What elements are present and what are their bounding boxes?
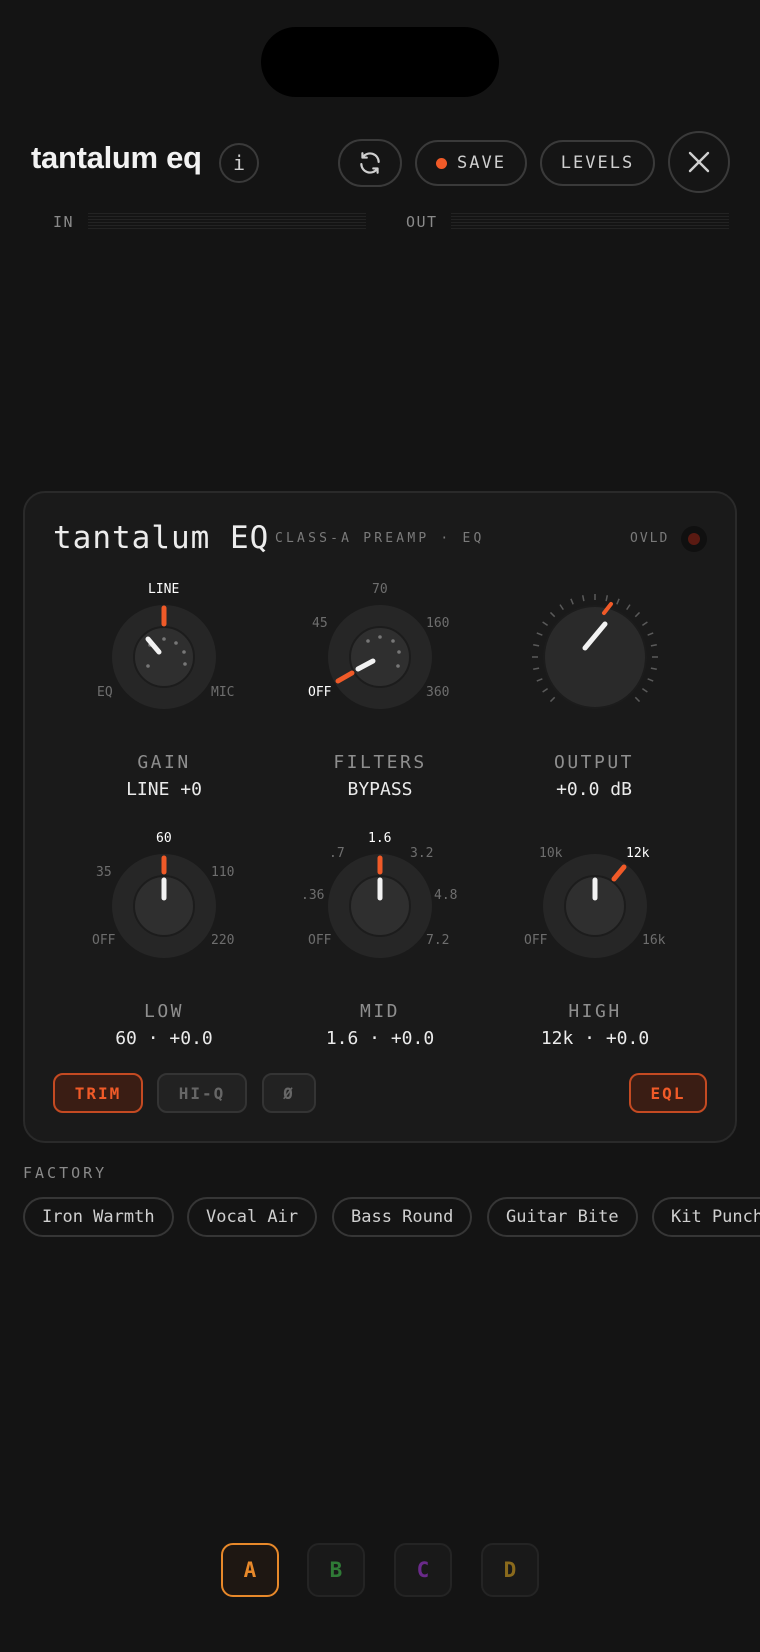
mid-label-off: OFF bbox=[308, 933, 332, 948]
output-tick bbox=[647, 632, 654, 636]
high-knob[interactable] bbox=[535, 846, 655, 966]
info-icon: i bbox=[232, 151, 246, 175]
app-title: tantalum eq bbox=[31, 140, 202, 175]
low-value: 60 · +0.0 bbox=[115, 1028, 213, 1049]
levels-button[interactable]: LEVELS bbox=[540, 140, 655, 186]
mid-label-0-36: .36 bbox=[301, 888, 325, 903]
eql-button[interactable]: EQL bbox=[629, 1073, 707, 1113]
preset-chip[interactable]: Bass Round bbox=[332, 1197, 473, 1237]
filters-label-45: 45 bbox=[312, 616, 328, 631]
close-button[interactable] bbox=[668, 131, 730, 193]
refresh-icon bbox=[360, 152, 380, 174]
slot-a-button[interactable]: A bbox=[221, 1543, 279, 1597]
high-label-10k: 10k bbox=[539, 846, 563, 861]
mid-label-3-2: 3.2 bbox=[410, 846, 434, 861]
input-meter bbox=[88, 213, 366, 229]
preset-chip[interactable]: Guitar Bite bbox=[487, 1197, 638, 1237]
slot-d-button[interactable]: D bbox=[481, 1543, 539, 1597]
output-knob[interactable] bbox=[524, 586, 666, 728]
output-tick bbox=[605, 595, 609, 602]
mid-label-1-6: 1.6 bbox=[368, 831, 392, 846]
low-label-60: 60 bbox=[156, 831, 172, 846]
mid-value: 1.6 · +0.0 bbox=[325, 1028, 435, 1049]
phase-button[interactable]: Ø bbox=[262, 1073, 316, 1113]
mid-label-7-2: 7.2 bbox=[426, 933, 450, 948]
close-icon bbox=[688, 151, 710, 173]
mid-label-4-8: 4.8 bbox=[434, 888, 458, 903]
hiq-button[interactable]: HI-Q bbox=[157, 1073, 247, 1113]
gain-label-mic: MIC bbox=[211, 685, 235, 700]
output-tick bbox=[533, 667, 540, 671]
output-tick bbox=[570, 598, 574, 605]
output-tick bbox=[650, 643, 657, 647]
output-tick bbox=[533, 643, 540, 647]
low-name: LOW bbox=[143, 1001, 184, 1022]
mid-label-0-7: .7 bbox=[329, 846, 345, 861]
output-tick bbox=[647, 678, 654, 682]
filters-label-off: OFF bbox=[308, 685, 332, 700]
filters-knob[interactable] bbox=[320, 597, 440, 717]
low-label-35: 35 bbox=[96, 865, 112, 880]
output-meter-label: OUT bbox=[406, 213, 438, 231]
output-tick bbox=[634, 696, 641, 703]
high-value: 12k · +0.0 bbox=[540, 1028, 650, 1049]
output-tick bbox=[581, 595, 585, 602]
gain-label-eq: EQ bbox=[97, 685, 113, 700]
slot-c-button[interactable]: C bbox=[394, 1543, 452, 1597]
factory-label: FACTORY bbox=[23, 1164, 108, 1182]
low-label-220: 220 bbox=[211, 933, 235, 948]
low-label-110: 110 bbox=[211, 865, 235, 880]
output-value: +0.0 dB bbox=[556, 779, 632, 800]
output-tick bbox=[559, 604, 564, 611]
low-knob[interactable] bbox=[104, 846, 224, 966]
output-tick bbox=[536, 632, 543, 636]
preset-chip[interactable]: Iron Warmth bbox=[23, 1197, 174, 1237]
gain-value: LINE +0 bbox=[126, 779, 202, 800]
ovld-label: OVLD bbox=[630, 531, 670, 546]
unsaved-dot-icon bbox=[436, 157, 448, 169]
mid-knob[interactable] bbox=[320, 846, 440, 966]
filters-name: FILTERS bbox=[333, 752, 427, 773]
output-tick bbox=[626, 604, 631, 611]
preset-chip[interactable]: Vocal Air bbox=[187, 1197, 318, 1237]
ovld-indicator bbox=[681, 526, 707, 552]
preset-chip[interactable]: Kit Punch bbox=[652, 1197, 760, 1237]
high-label-12k: 12k bbox=[626, 846, 650, 861]
panel-subtitle: CLASS-A PREAMP · EQ bbox=[275, 531, 485, 546]
filters-label-160: 160 bbox=[426, 616, 450, 631]
output-tick bbox=[549, 696, 556, 703]
panel-title: tantalum EQ bbox=[53, 520, 270, 556]
low-label-off: OFF bbox=[92, 933, 116, 948]
trim-button[interactable]: TRIM bbox=[53, 1073, 143, 1113]
mid-name: MID bbox=[359, 1001, 400, 1022]
high-label-off: OFF bbox=[524, 933, 548, 948]
output-tick bbox=[650, 667, 657, 671]
output-tick bbox=[641, 621, 648, 626]
output-tick bbox=[549, 611, 556, 618]
input-meter-label: IN bbox=[53, 213, 75, 231]
preset-list: Iron Warmth Vocal Air Bass Round Guitar … bbox=[23, 1197, 760, 1237]
output-meter bbox=[451, 213, 729, 229]
output-tick bbox=[542, 621, 549, 626]
output-tick bbox=[542, 688, 549, 693]
gain-knob[interactable] bbox=[104, 597, 224, 717]
device-notch bbox=[261, 27, 499, 97]
save-button[interactable]: SAVE bbox=[415, 140, 527, 186]
output-tick bbox=[616, 598, 620, 605]
save-label: SAVE bbox=[457, 153, 506, 173]
filters-value: BYPASS bbox=[347, 779, 413, 800]
filters-label-70: 70 bbox=[372, 582, 388, 597]
output-tick bbox=[634, 611, 641, 618]
output-name: OUTPUT bbox=[553, 752, 635, 773]
info-button[interactable]: i bbox=[219, 143, 259, 183]
gain-name: GAIN bbox=[137, 752, 191, 773]
gain-label-line: LINE bbox=[148, 582, 180, 597]
reset-button[interactable] bbox=[338, 139, 402, 187]
output-tick bbox=[536, 678, 543, 682]
filters-label-360: 360 bbox=[426, 685, 450, 700]
slot-b-button[interactable]: B bbox=[307, 1543, 365, 1597]
output-tick bbox=[641, 688, 648, 693]
high-label-16k: 16k bbox=[642, 933, 666, 948]
high-name: HIGH bbox=[568, 1001, 622, 1022]
